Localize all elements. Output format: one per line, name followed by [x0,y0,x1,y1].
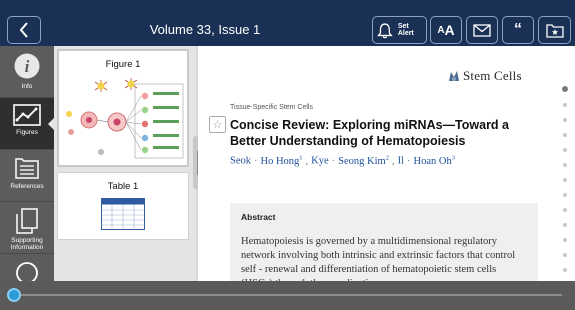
page-dot[interactable] [563,268,567,272]
author-separator: · [331,155,336,167]
table-1-preview-image [101,198,145,230]
abstract-box: Abstract Hematopoiesis is governed by a … [230,203,538,281]
author-name: Hoan Oh [413,155,452,167]
rail-item-info[interactable]: i Info [0,46,54,98]
page-dot[interactable] [563,103,567,107]
rail-item-supporting-info[interactable]: Supporting Information [0,202,54,254]
top-bar: Volume 33, Issue 1 Set Alert AA “ [0,0,575,46]
author-name: Kye [311,155,329,167]
rail-label-supporting-info: Supporting Information [10,237,44,251]
journal-name: Stem Cells [463,68,522,83]
references-icon [15,158,39,179]
author-link[interactable]: Seok [230,156,251,167]
progress-track[interactable] [14,294,562,296]
cite-button[interactable]: “ [502,16,534,44]
figure-1-thumbnail[interactable]: Figure 1 [57,49,189,167]
page-dot[interactable] [562,86,568,92]
page-dot[interactable] [563,238,567,242]
author-affiliation: 3 [451,154,455,161]
progress-scrubber[interactable] [7,288,21,302]
font-size-small-label: A [437,24,445,36]
thumbnail-panel: Figure 1 Table 1 [54,46,196,281]
author-name: Ho Hong [260,155,300,167]
page-dot[interactable] [563,223,567,227]
author-separator: , [305,155,309,167]
article-view: Stem Cells Tissue-Specific Stem Cells ☆ … [198,46,575,281]
envelope-icon [473,23,491,37]
figure-1-title: Figure 1 [105,59,141,70]
page-dot[interactable] [563,118,567,122]
author-separator: , [391,155,395,167]
set-alert-label: Set Alert [397,23,414,37]
page-dot[interactable] [563,148,567,152]
issue-title: Volume 33, Issue 1 [149,22,261,37]
rail-label-figures: Figures [16,129,38,136]
page-dot[interactable] [563,133,567,137]
author-name: Seong Kim [338,155,386,167]
left-rail: i Info Figures References Supporting Inf… [0,46,54,284]
email-button[interactable] [466,16,498,44]
author-link[interactable]: Kye [311,156,329,167]
figures-icon [13,104,41,126]
author-link[interactable]: Seong Kim2 [338,154,389,167]
page-dot[interactable] [563,253,567,257]
rail-item-references[interactable]: References [0,150,54,202]
author-name: Seok [230,155,251,167]
page-dot[interactable] [563,163,567,167]
journal-logo-mark [449,71,459,81]
rail-label-references: References [10,183,44,190]
author-link[interactable]: Hoan Oh3 [413,154,455,167]
author-separator: · [407,155,411,167]
author-link[interactable]: Ho Hong1 [260,154,303,167]
page-dot[interactable] [563,178,567,182]
journal-logo: Stem Cells [447,68,522,84]
info-icon: i [14,53,40,79]
favorite-star-button[interactable]: ☆ [209,116,226,133]
supporting-info-icon [16,208,38,234]
quote-icon: “ [514,21,522,38]
rail-item-figures[interactable]: Figures [0,98,54,150]
page-dot[interactable] [563,208,567,212]
folder-star-icon [545,23,564,38]
abstract-heading: Abstract [241,212,276,222]
font-size-button[interactable]: AA [430,16,462,44]
rail-label-info: Info [21,83,33,90]
page-dot[interactable] [563,193,567,197]
author-separator: · [254,155,258,167]
article-title: Concise Review: Exploring miRNAs—Toward … [230,118,509,148]
abstract-text: Hematopoiesis is governed by a multidime… [241,236,516,281]
bell-icon [377,22,393,38]
font-size-large-label: A [444,22,455,38]
author-list: Seok · Ho Hong1, Kye · Seong Kim2, Il · Hoan Oh3 [230,154,455,167]
bottom-bar [0,281,575,310]
figure-1-preview-image [66,78,184,159]
table-1-thumbnail[interactable]: Table 1 [57,172,189,240]
set-alert-button[interactable]: Set Alert [372,16,427,44]
add-to-collection-button[interactable] [538,16,571,44]
page-indicator [560,86,570,310]
star-icon: ☆ [212,119,223,131]
table-1-title: Table 1 [107,181,139,192]
svg-text:i: i [25,57,30,76]
article-section-label: Tissue-Specific Stem Cells [230,104,313,111]
